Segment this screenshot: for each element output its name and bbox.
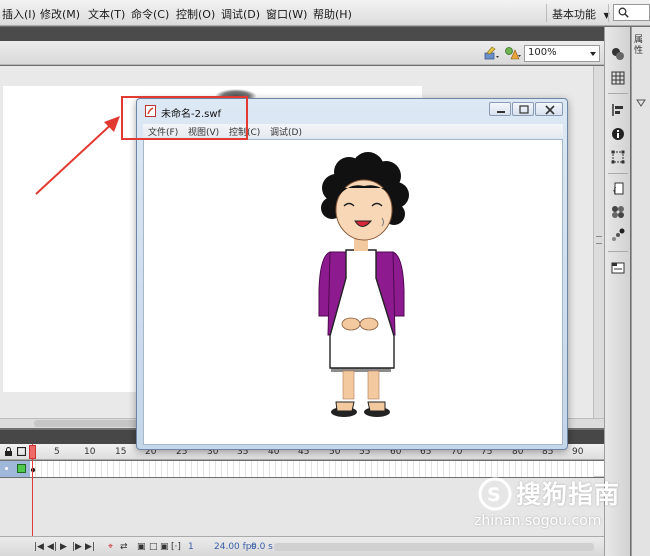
timeline-horizontal-scrollbar[interactable] [274, 543, 594, 551]
library-panel-icon[interactable] [611, 261, 625, 275]
modify-markers-icon[interactable]: [·] [171, 542, 181, 552]
stage-vertical-scrollbar[interactable] [593, 66, 604, 418]
playhead-handle[interactable] [29, 445, 36, 459]
help-search-input[interactable] [613, 4, 650, 21]
svg-text:S: S [487, 484, 501, 506]
minimize-icon [497, 111, 505, 113]
toolbar-separator [608, 251, 628, 252]
edit-multiple-icon[interactable]: ▣ [160, 542, 169, 552]
onion-outline-icon[interactable]: □ [149, 542, 158, 552]
maximize-button[interactable] [512, 102, 534, 116]
menu-window[interactable]: 窗口(W) [266, 6, 307, 22]
align-panel-icon[interactable] [611, 103, 625, 117]
frame-rate[interactable]: 24.00 fps [214, 542, 256, 552]
menu-command[interactable]: 命令(C) [131, 6, 169, 22]
menu-insert[interactable]: 插入(I) [2, 6, 36, 22]
play-icon[interactable]: ▶ [60, 542, 67, 552]
edit-symbols-icon[interactable] [504, 46, 522, 60]
zoom-select[interactable]: 100% [524, 45, 600, 62]
svg-text:{: { [612, 186, 617, 195]
menu-separator [546, 4, 547, 22]
workspace-switcher[interactable]: 基本功能 ▼ [552, 6, 610, 22]
toolbar-separator [608, 173, 628, 174]
transform-panel-icon[interactable] [611, 150, 625, 164]
code-snippets-icon[interactable]: { [611, 182, 625, 196]
playhead-line [32, 444, 33, 544]
layer-name-cell[interactable] [0, 461, 30, 477]
color-panel-icon[interactable] [611, 47, 625, 61]
frame-tick: 90 [572, 447, 584, 457]
close-button[interactable] [535, 102, 563, 116]
menu-separator [608, 4, 609, 22]
step-forward-icon[interactable]: |▶ [72, 542, 82, 552]
edit-bar: 100% [0, 41, 604, 65]
outline-icon[interactable] [17, 447, 26, 456]
swatches-panel-icon[interactable] [611, 71, 625, 85]
frame-tick: 5 [54, 447, 60, 457]
annotation-arrow-icon [35, 116, 120, 195]
maximize-icon [519, 105, 529, 114]
last-frame-icon[interactable]: ▶| [85, 542, 95, 552]
visibility-dot-icon[interactable] [4, 466, 9, 471]
frame-rate-value: 24.00 [214, 542, 240, 552]
watermark-url: zhinan.sogou.com [474, 513, 602, 529]
current-frame: 1 [188, 542, 194, 552]
menu-text[interactable]: 文本(T) [88, 6, 125, 22]
chevron-down-icon[interactable] [636, 99, 646, 107]
loop-icon[interactable]: ⇄ [120, 542, 128, 552]
properties-tab[interactable]: 属性 [634, 35, 648, 57]
close-icon [545, 105, 555, 115]
step-back-icon[interactable]: ◀| [47, 542, 57, 552]
elapsed-time: 0.0 s [251, 542, 273, 552]
document-tab-strip [0, 27, 604, 41]
chevron-down-icon [590, 52, 596, 56]
first-frame-icon[interactable]: |◀ [34, 542, 44, 552]
swf-content-area[interactable] [143, 139, 563, 445]
scroll-grip-icon [596, 236, 602, 244]
zoom-value: 100% [528, 47, 557, 58]
minimize-button[interactable] [489, 102, 511, 116]
watermark-brand: 搜狗指南 [516, 480, 621, 509]
menu-help[interactable]: 帮助(H) [313, 6, 352, 22]
menu-modify[interactable]: 修改(M) [40, 6, 80, 22]
workspace-label: 基本功能 [552, 8, 596, 21]
swf-menu-debug[interactable]: 调试(D) [270, 125, 302, 138]
onion-marker-icon[interactable]: ⌖ [108, 542, 113, 552]
info-panel-icon[interactable] [611, 127, 625, 141]
lock-icon[interactable] [4, 447, 13, 456]
magnifier-icon [618, 7, 629, 18]
annotation-highlight-box [121, 96, 248, 140]
main-menubar: 插入(I) 修改(M) 文本(T) 命令(C) 控制(O) 调试(D) 窗口(W… [0, 0, 650, 26]
components-panel-icon[interactable] [611, 205, 625, 219]
menu-control[interactable]: 控制(O) [176, 6, 215, 22]
keyframe-icon[interactable] [30, 465, 36, 473]
toolbar-separator [608, 93, 628, 94]
swf-player-window[interactable]: 未命名-2.swf 文件(F) 视图(V) 控制(C) 调试(D) [136, 98, 568, 450]
sogou-watermark: S 搜狗指南 zhinan.sogou.com [474, 475, 644, 535]
onion-skin-icon[interactable]: ▣ [137, 542, 146, 552]
menu-debug[interactable]: 调试(D) [221, 6, 260, 22]
layer-color-icon[interactable] [17, 464, 26, 473]
edit-scene-icon[interactable] [484, 46, 500, 60]
cartoon-character [318, 152, 409, 417]
motion-presets-icon[interactable] [611, 228, 625, 242]
frame-tick: 10 [84, 447, 96, 457]
sogou-logo-icon: S [478, 477, 512, 511]
frame-tick: 15 [115, 447, 127, 457]
timeline-status-bar: |◀ ◀| ▶ |▶ ▶| ⌖ ⇄ ▣ □ ▣ [·] 1 24.00 fps … [0, 536, 604, 556]
